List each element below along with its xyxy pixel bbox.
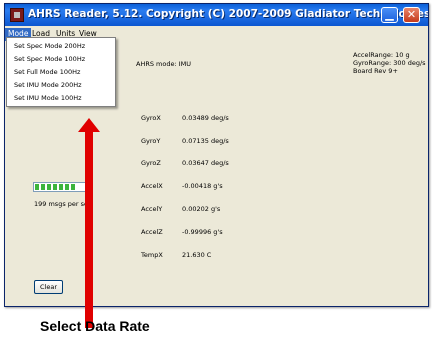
tempx-value: 21.630 C (182, 251, 212, 259)
close-button[interactable]: ✕ (403, 7, 420, 23)
menu-item-spec-200hz[interactable]: Set Spec Mode 200Hz (7, 40, 115, 53)
annotation-arrow-icon (78, 118, 100, 328)
menu-item-spec-100hz[interactable]: Set Spec Mode 100Hz (7, 53, 115, 66)
gyrox-label: GyroX (141, 114, 161, 122)
window-title: AHRS Reader, 5.12. Copyright (C) 2007-20… (28, 8, 429, 20)
mode-dropdown-menu: Set Spec Mode 200Hz Set Spec Mode 100Hz … (6, 37, 116, 107)
device-info: AccelRange: 10 g GyroRange: 300 deg/s Bo… (353, 51, 426, 75)
gyroz-label: GyroZ (141, 159, 161, 167)
arrow-head (78, 118, 100, 132)
accelx-value: -0.00418 g's (182, 182, 223, 190)
select-data-rate-caption: Select Data Rate (40, 318, 150, 334)
menu-item-imu-100hz[interactable]: Set IMU Mode 100Hz (7, 92, 115, 105)
gyro-range-text: GyroRange: 300 deg/s (353, 59, 426, 67)
tempx-label: TempX (141, 251, 163, 259)
accelz-label: AccelZ (141, 228, 163, 236)
gyroy-value: 0.07135 deg/s (182, 137, 229, 145)
title-bar[interactable]: AHRS Reader, 5.12. Copyright (C) 2007-20… (5, 4, 428, 26)
accely-label: AccelY (141, 205, 163, 213)
accely-value: 0.00202 g's (182, 205, 221, 213)
accelx-label: AccelX (141, 182, 163, 190)
gyrox-value: 0.03489 deg/s (182, 114, 229, 122)
arrow-shaft (85, 131, 93, 328)
ahrs-mode-label: AHRS mode: IMU (136, 60, 192, 68)
progress-fill (35, 184, 76, 190)
accelz-value: -0.99996 g's (182, 228, 223, 236)
gyroy-label: GyroY (141, 137, 161, 145)
menu-item-imu-200hz[interactable]: Set IMU Mode 200Hz (7, 79, 115, 92)
clear-button[interactable]: Clear (34, 280, 63, 294)
board-rev-text: Board Rev 9+ (353, 67, 398, 75)
accel-range-text: AccelRange: 10 g (353, 51, 410, 59)
menu-item-full-100hz[interactable]: Set Full Mode 100Hz (7, 66, 115, 79)
app-icon (10, 8, 24, 22)
gyroz-value: 0.03647 deg/s (182, 159, 229, 167)
minimize-button[interactable]: ▁ (381, 7, 398, 23)
